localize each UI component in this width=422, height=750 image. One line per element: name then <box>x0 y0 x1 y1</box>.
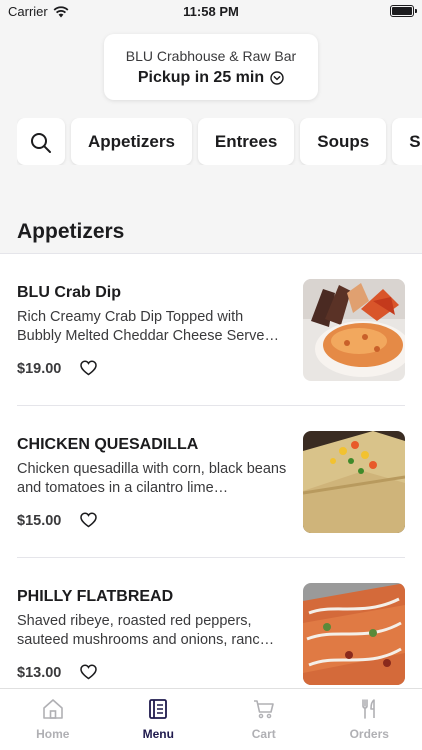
item-description: Chicken quesadilla with corn, black bean… <box>17 461 287 496</box>
item-photo-flatbread <box>303 583 405 685</box>
search-button[interactable] <box>17 118 65 165</box>
search-icon <box>31 132 51 153</box>
pickup-label: Pickup in 25 min <box>137 69 265 86</box>
cart-icon <box>253 700 274 719</box>
category-chip-appetizers[interactable]: Appetizers <box>71 118 192 165</box>
tab-label: Menu <box>142 727 174 741</box>
menu-list: BLU Crab Dip Rich Creamy Crab Dip Topped… <box>0 253 422 688</box>
tab-cart[interactable]: Cart <box>211 689 317 750</box>
item-photo-crab-dip <box>303 279 405 381</box>
item-name: BLU Crab Dip <box>17 284 121 301</box>
category-chip-partial[interactable]: S <box>392 118 422 165</box>
favorite-heart-icon[interactable] <box>80 360 97 376</box>
tab-bar: Home Menu Cart Orders <box>0 688 422 750</box>
menu-book-icon <box>149 699 168 719</box>
category-chip-soups[interactable]: Soups <box>300 118 387 165</box>
category-chip-entrees[interactable]: Entrees <box>197 118 295 165</box>
item-price: $19.00 <box>17 361 62 377</box>
tab-label: Cart <box>251 727 276 741</box>
menu-item[interactable]: PHILLY FLATBREAD Shaved ribeye, roasted … <box>0 558 422 688</box>
chevron-down-circle-icon <box>270 71 284 85</box>
battery-icon <box>390 5 417 17</box>
tab-home[interactable]: Home <box>0 689 106 750</box>
tab-orders[interactable]: Orders <box>317 689 422 750</box>
section-title: Appetizers <box>17 220 125 243</box>
tab-menu[interactable]: Menu <box>106 689 212 750</box>
status-bar: Carrier 11:58 PM <box>0 0 422 24</box>
store-name: BLU Crabhouse & Raw Bar <box>125 48 297 64</box>
item-description: Shaved ribeye, roasted red peppers, saut… <box>17 613 275 648</box>
item-name: PHILLY FLATBREAD <box>17 588 174 605</box>
item-price: $13.00 <box>17 665 62 681</box>
home-icon <box>42 699 63 719</box>
tab-label: Orders <box>349 727 389 741</box>
tab-label: Home <box>36 727 70 741</box>
pickup-time: Pickup in 25 min <box>104 69 318 87</box>
favorite-heart-icon[interactable] <box>80 664 97 680</box>
menu-item[interactable]: BLU Crab Dip Rich Creamy Crab Dip Topped… <box>0 254 422 406</box>
category-chips: Appetizers Entrees Soups S <box>17 118 422 165</box>
fork-knife-icon <box>362 699 376 719</box>
favorite-heart-icon[interactable] <box>80 512 97 528</box>
item-price: $15.00 <box>17 513 62 529</box>
item-photo-quesadilla <box>303 431 405 533</box>
item-name: CHICKEN QUESADILLA <box>17 436 199 453</box>
status-time: 11:58 PM <box>183 4 239 19</box>
store-pickup-selector[interactable]: BLU Crabhouse & Raw Bar Pickup in 25 min <box>104 34 318 100</box>
item-description: Rich Creamy Crab Dip Topped with Bubbly … <box>17 309 279 344</box>
menu-item[interactable]: CHICKEN QUESADILLA Chicken quesadilla wi… <box>0 406 422 558</box>
